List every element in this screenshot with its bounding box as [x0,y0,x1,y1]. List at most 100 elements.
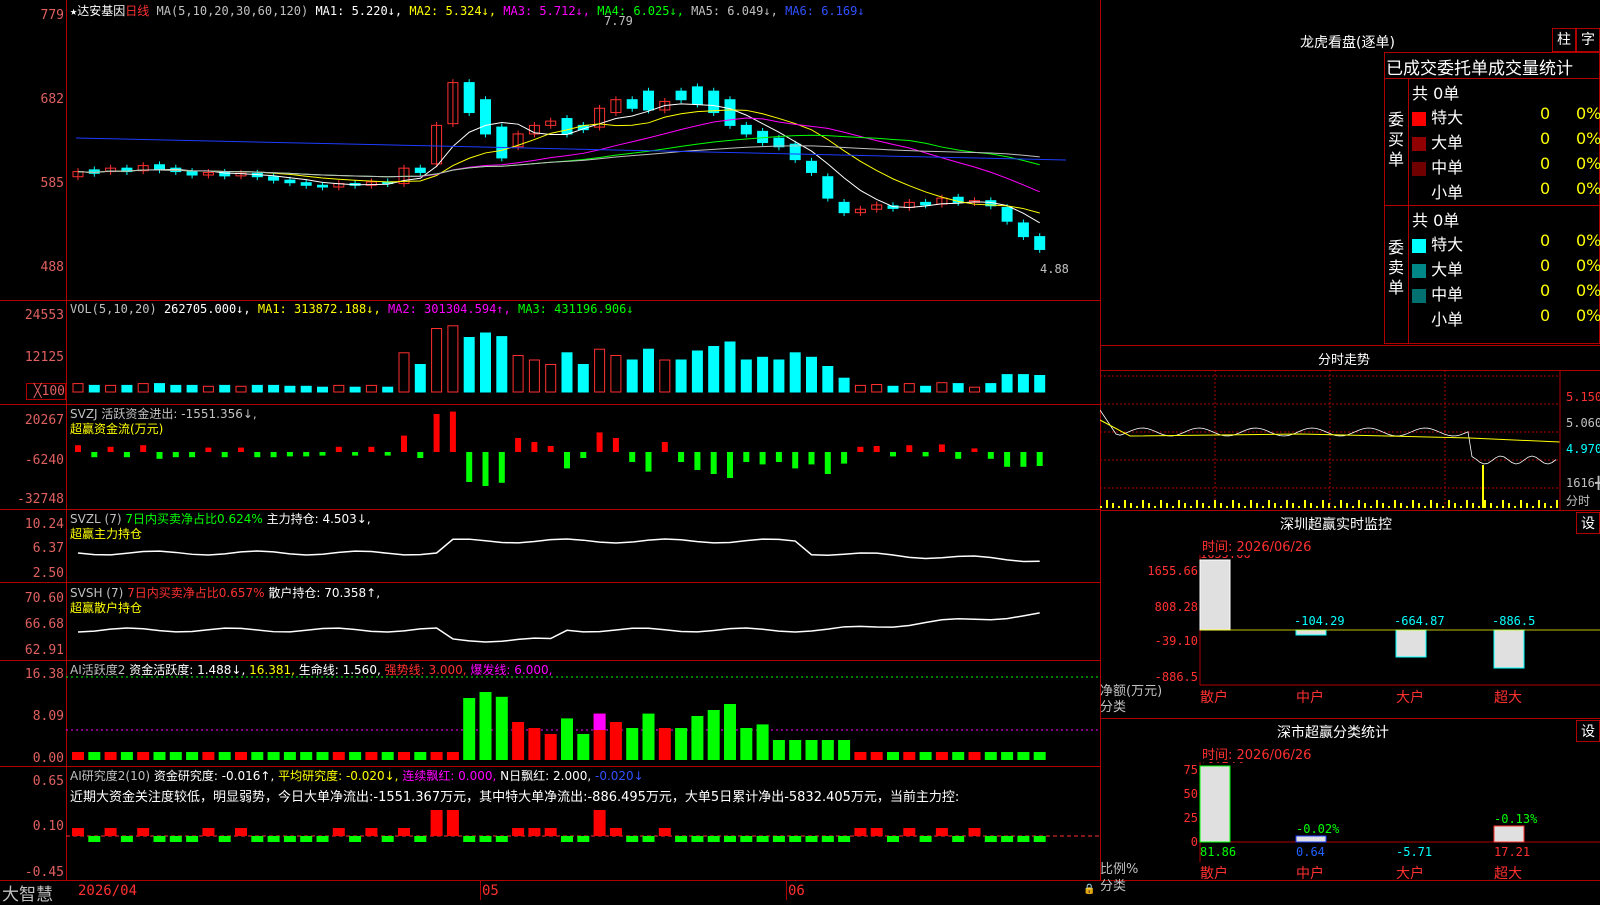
order-pct: 0% [1576,154,1600,173]
flow-bar [678,452,685,462]
research-bar [300,836,313,842]
month-label: 05 [482,883,499,899]
research-bar [365,828,378,836]
research-bar [235,828,247,836]
research-bar [984,836,997,842]
divider [1100,510,1600,511]
ratio-bar [1493,825,1525,843]
intraday-volume [1136,506,1138,508]
order-row: 中单 [1412,154,1463,178]
intraday-chart[interactable] [1100,370,1600,510]
svzj-subtitle: 超赢资金流(万元) [70,422,164,436]
flow-bar [482,452,489,486]
intraday-volume [1526,503,1528,508]
research-bar [935,828,948,836]
y-tick: 24553 [24,308,64,323]
y-tick: 6.37 [32,541,64,556]
activity-bar [789,740,802,760]
research-bar [577,836,590,842]
flow-bar [922,452,929,457]
flow-bar [694,452,701,470]
research-bar [919,836,932,842]
candle [1017,222,1029,238]
activity-bar [724,704,736,760]
activity-bar [935,752,948,760]
flow-bar [971,448,978,452]
flow-bar [1020,452,1027,467]
y-tick: 0.00 [32,751,64,766]
ai-research-title: AI研究度2(10) [70,769,151,783]
color-swatch [1412,288,1426,303]
candle [757,130,769,143]
intraday-volume [1436,503,1438,508]
intraday-volume [1106,500,1108,508]
volume-bar [854,384,866,393]
order-qty: 0 [1540,306,1551,325]
color-swatch [1412,238,1426,253]
flow-bar [221,452,228,458]
kline-chart-area[interactable] [66,0,1100,880]
research-bar [104,828,117,836]
activity-bar [903,752,916,760]
research-bar [153,836,166,842]
order-qty: 0 [1540,256,1551,275]
sz-stats-settings-button[interactable]: 设 [1576,720,1600,742]
research-bar [903,828,916,836]
consec-red-value: 连续飘红: 0.000, [398,769,497,783]
intraday-volume [1478,506,1480,508]
y-tick: 0.65 [32,774,64,789]
bar-view-button[interactable]: 柱 [1552,28,1576,52]
stats-y-tick: 75 [1184,763,1198,777]
flow-bar [890,452,896,457]
y-tick: 16.38 [24,667,64,682]
buy-side-label: 委买单 [1388,110,1405,169]
flow-bar [75,445,81,452]
volume-bar [985,383,997,393]
flow-bar [352,452,359,456]
lock-icon[interactable]: 🔒 [1083,884,1095,895]
text-view-button[interactable]: 字 [1576,28,1600,52]
svzl-line [77,538,1040,563]
intraday-volume [1220,503,1222,508]
flow-bar [938,444,945,452]
research-bar [561,836,573,842]
candle [154,164,165,171]
order-size-label: 小单 [1426,310,1464,329]
flow-bar [841,452,848,464]
order-row: 特大 [1412,231,1463,255]
net-value: -104.29 [1294,614,1345,628]
flow-bar [1004,452,1011,467]
ratio-value: -5.71 [1396,845,1432,859]
research-bar [251,836,264,842]
volume-bar [496,336,508,393]
volume-bars [72,325,1046,393]
order-row: 小单 [1412,306,1463,330]
research-bar [870,828,883,836]
y-unit: ╳100 [26,383,66,400]
activity-bar [544,734,557,760]
candle [740,124,752,135]
volume-bar [545,364,557,393]
activity-bar [446,752,459,760]
activity-bar [821,740,834,760]
research-bar [414,836,427,842]
candle [724,99,736,126]
y-tick: -6240 [24,453,64,468]
research-bar [1033,836,1046,842]
category-label: 大户 [1396,689,1424,706]
intraday-volume [1256,503,1258,508]
monitor-y-tick: 808.28 [1155,600,1198,614]
activity-bar [772,740,785,760]
brand-label[interactable]: 大智慧 [2,880,53,905]
period-label[interactable]: 日线 [125,4,149,18]
ai-research-bars [66,810,1100,842]
volume-bar [757,356,769,393]
flow-bar [824,452,831,474]
order-stats-subtitle: 已成交委托单成交量统计 [1386,59,1573,79]
flow-bar [270,452,277,458]
flow-bar [775,452,782,462]
intraday-volume [1406,506,1408,508]
sz-stats-cls: 分类 [1100,879,1127,894]
avg-research-value: 平均研究度: -0.020↓, [274,769,399,783]
sz-monitor-settings-button[interactable]: 设 [1576,512,1600,534]
